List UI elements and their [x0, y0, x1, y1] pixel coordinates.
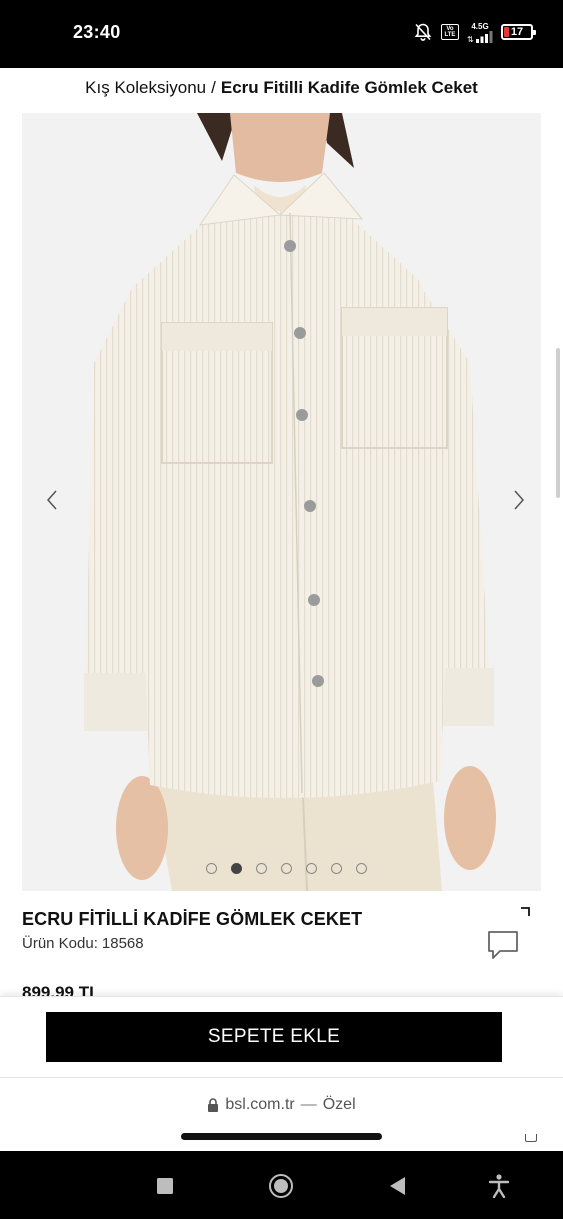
- gallery-dot-2[interactable]: [231, 863, 242, 874]
- svg-text:⇅: ⇅: [467, 35, 474, 43]
- battery-icon: 17: [501, 24, 536, 40]
- gallery-dot-5[interactable]: [306, 863, 317, 874]
- accessibility-icon: [488, 1174, 510, 1198]
- system-nav-bar: [0, 1151, 563, 1219]
- product-code: Ürün Kodu: 18568: [22, 935, 144, 952]
- url-separator: —: [300, 1096, 317, 1113]
- gallery-dot-6[interactable]: [331, 863, 342, 874]
- comment-icon[interactable]: [486, 929, 520, 961]
- page-scrollbar[interactable]: [556, 348, 560, 498]
- status-icons: Vo LTE 4.5G ⇅ 17: [413, 20, 536, 44]
- status-time: 23:40: [73, 22, 121, 42]
- url-domain: bsl.com.tr: [225, 1096, 295, 1113]
- gallery-dot-1[interactable]: [206, 863, 217, 874]
- accessibility-button[interactable]: [486, 1173, 512, 1199]
- volte-label: Vo LTE: [444, 26, 456, 38]
- lock-icon: [208, 1098, 219, 1112]
- private-mode-label: Özel: [322, 1096, 356, 1113]
- product-image-gallery[interactable]: [22, 113, 541, 891]
- product-price: 899,99 TL: [22, 983, 100, 996]
- sticky-cart-bar: SEPETE EKLE bsl.com.tr — Özel: [0, 996, 563, 1151]
- product-code-label: Ürün Kodu:: [22, 935, 98, 952]
- gesture-home-indicator[interactable]: [181, 1133, 382, 1140]
- breadcrumb-separator: /: [211, 78, 216, 97]
- battery-level: 17: [510, 25, 524, 38]
- home-circle-icon: [269, 1174, 293, 1198]
- gallery-pagination: [22, 863, 541, 874]
- signal-icon: 4.5G ⇅: [467, 22, 493, 43]
- chevron-right-icon: [514, 490, 525, 510]
- status-bar: 23:40 Vo LTE 4.5G ⇅ 17: [0, 0, 563, 68]
- gallery-dot-3[interactable]: [256, 863, 267, 874]
- expand-corner-icon[interactable]: [519, 906, 531, 918]
- chevron-left-icon: [46, 490, 57, 510]
- recents-button[interactable]: [152, 1173, 178, 1199]
- gallery-next-arrow[interactable]: [509, 485, 529, 515]
- mute-bell-icon: [413, 22, 433, 42]
- gallery-dot-7[interactable]: [356, 863, 367, 874]
- network-label: 4.5G: [471, 21, 489, 31]
- product-title: ECRU FİTİLLİ KADİFE GÖMLEK CEKET: [22, 909, 363, 929]
- recents-square-icon: [157, 1178, 173, 1194]
- breadcrumb: Kış Koleksiyonu / Ecru Fitilli Kadife Göml…: [0, 78, 563, 98]
- gallery-dot-4[interactable]: [281, 863, 292, 874]
- gallery-prev-arrow[interactable]: [42, 485, 62, 515]
- product-code-value: 18568: [101, 935, 144, 952]
- tabs-corner-icon[interactable]: [525, 1134, 537, 1142]
- back-triangle-icon: [390, 1177, 405, 1195]
- browser-url-bar[interactable]: bsl.com.tr — Özel: [0, 1077, 563, 1132]
- add-to-cart-button[interactable]: SEPETE EKLE: [46, 1012, 502, 1062]
- volte-icon: Vo LTE: [441, 24, 459, 40]
- home-button[interactable]: [268, 1173, 294, 1199]
- browser-page: Kış Koleksiyonu / Ecru Fitilli Kadife Göml…: [0, 68, 563, 1151]
- product-photo: [22, 113, 541, 891]
- breadcrumb-collection-link[interactable]: Kış Koleksiyonu: [85, 78, 206, 97]
- back-button[interactable]: [384, 1173, 410, 1199]
- breadcrumb-current: Ecru Fitilli Kadife Gömlek Ceket: [220, 78, 478, 97]
